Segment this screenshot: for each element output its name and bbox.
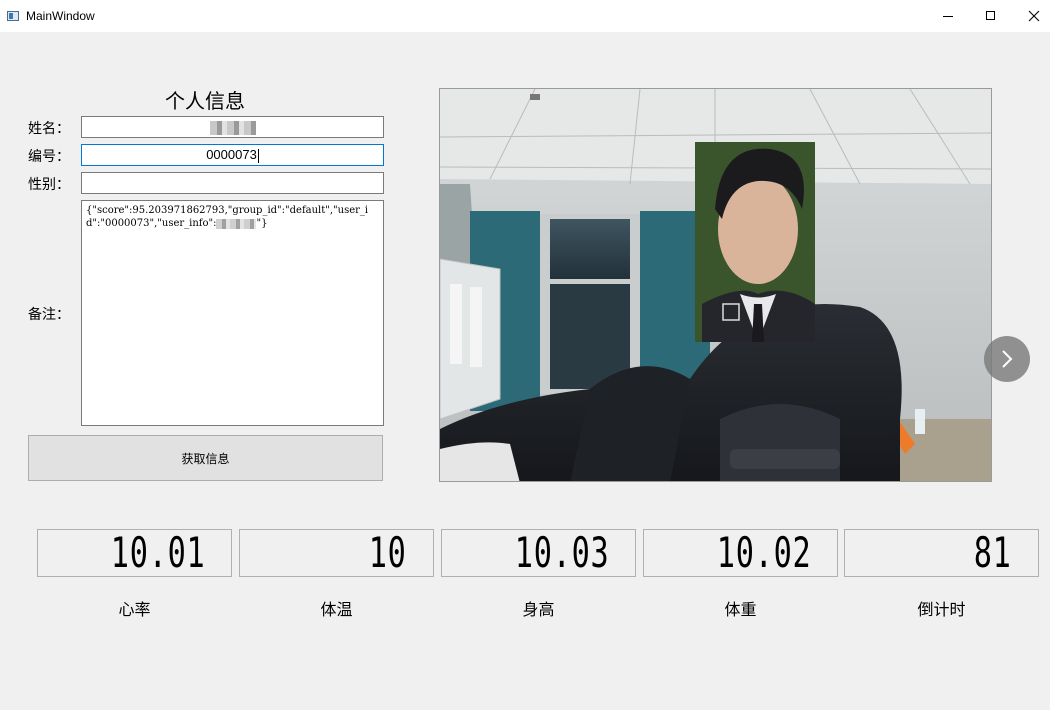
name-input[interactable] xyxy=(81,116,384,138)
countdown-label: 倒计时 xyxy=(917,600,966,619)
heart-rate-label: 心率 xyxy=(118,600,151,619)
title-bar: MainWindow xyxy=(0,0,1050,32)
weight-display: 10.02 xyxy=(643,529,838,577)
redacted-mask xyxy=(216,218,257,229)
chevron-right-icon xyxy=(1002,350,1013,368)
app-window-icon xyxy=(7,11,19,21)
height-display: 10.03 xyxy=(441,529,636,577)
name-label: 姓名： xyxy=(28,121,70,137)
id-label: 编号： xyxy=(28,149,70,165)
id-input[interactable]: 0000073 xyxy=(81,144,384,166)
window-title: MainWindow xyxy=(26,9,95,23)
heart-rate-display: 10.01 xyxy=(37,529,232,577)
camera-frame-image xyxy=(440,89,991,481)
maximize-icon[interactable] xyxy=(969,0,1013,32)
redacted-mask xyxy=(209,120,256,135)
camera-view xyxy=(439,88,992,482)
height-label: 身高 xyxy=(522,600,555,619)
close-icon[interactable] xyxy=(1013,0,1050,32)
gender-label: 性别： xyxy=(28,177,70,193)
minimize-icon[interactable] xyxy=(925,0,969,32)
id-input-value: 0000073 xyxy=(206,147,257,162)
text-caret xyxy=(257,148,259,163)
weight-label: 体重 xyxy=(724,600,757,619)
notes-text-end: "} xyxy=(256,218,268,229)
next-button[interactable] xyxy=(984,336,1030,382)
gender-input[interactable] xyxy=(81,172,384,194)
form-title: 个人信息 xyxy=(165,89,245,113)
countdown-display: 81 xyxy=(844,529,1039,577)
get-info-button[interactable]: 获取信息 xyxy=(28,435,383,481)
body-temp-label: 体温 xyxy=(320,600,353,619)
body-temp-display: 10 xyxy=(239,529,434,577)
notes-textarea[interactable]: {"score":95.203971862793,"group_id":"def… xyxy=(81,200,384,426)
notes-label: 备注： xyxy=(28,307,70,323)
